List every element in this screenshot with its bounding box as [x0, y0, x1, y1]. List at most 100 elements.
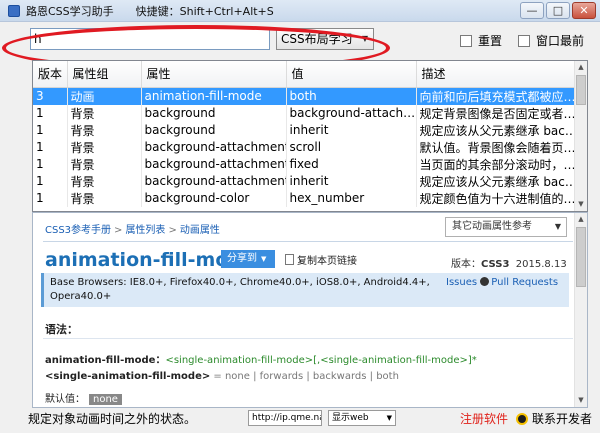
cell-group: 动画 — [67, 87, 142, 105]
issues-link[interactable]: Issues — [446, 277, 477, 288]
status-description: 规定对象动画时间之外的状态。 — [28, 412, 197, 426]
table-scrollbar[interactable]: ▲ ▼ — [574, 61, 587, 211]
category-select-value: CSS布局学习 — [281, 32, 353, 46]
toolbar: CSS布局学习 ▼ 重置 窗口最前 — [0, 22, 600, 71]
version-info: 版本：CSS3 2015.8.13 — [451, 255, 567, 270]
cell-property: background-attachment — [141, 155, 287, 173]
table-row[interactable]: 1 背景 background inherit 规定应该从父元素继承 bac… — [33, 121, 576, 139]
syntax-key: <single-animation-fill-mode> — [45, 371, 211, 382]
cell-version: 3 — [33, 87, 68, 105]
table-row-selected[interactable]: 3 动画 animation-fill-mode both 向前和向后填充模式都… — [33, 87, 576, 105]
cell-version: 1 — [33, 121, 68, 139]
cell-description: 规定颜色值为十六进制值的… — [416, 189, 576, 207]
topmost-label: 窗口最前 — [536, 34, 585, 48]
cell-group: 背景 — [67, 104, 142, 122]
breadcrumb-item[interactable]: 动画属性 — [180, 225, 220, 236]
syntax-value: = none | forwards | backwards | both — [210, 371, 399, 382]
column-header-property[interactable]: 属性 — [141, 61, 287, 88]
dropdown-arrow-icon: ▼ — [386, 414, 392, 422]
doc-scrollbar[interactable]: ▲ ▼ — [574, 213, 587, 407]
cell-version: 1 — [33, 138, 68, 156]
contact-developer-link[interactable]: 联系开发者 — [516, 410, 592, 427]
cell-value: inherit — [286, 172, 417, 190]
cell-property: background — [141, 104, 287, 122]
table-row[interactable]: 1 背景 background-attachment fixed 当页面的其余部… — [33, 155, 576, 173]
app-icon — [8, 4, 20, 17]
dropdown-arrow-icon: ▼ — [361, 34, 368, 43]
title-bar: 路恩CSS学习助手 快捷键：Shift+Ctrl+Alt+S — □ ✕ — [0, 0, 600, 22]
scroll-down-icon[interactable]: ▼ — [575, 198, 587, 211]
table-row[interactable]: 1 背景 background-attachment scroll 默认值。背景… — [33, 138, 576, 156]
column-header-group[interactable]: 属性组 — [67, 61, 142, 88]
divider — [43, 241, 573, 242]
scroll-thumb[interactable] — [576, 75, 586, 105]
compat-box: Base Browsers: IE8.0+, Firefox40.0+, Chr… — [41, 273, 569, 307]
cell-version: 1 — [33, 104, 68, 122]
checkbox-box[interactable] — [460, 34, 472, 47]
display-mode-select[interactable]: 显示web ▼ — [328, 410, 396, 426]
reset-checkbox[interactable]: 重置 — [460, 32, 502, 49]
divider — [43, 338, 573, 339]
scroll-down-icon[interactable]: ▼ — [575, 394, 587, 407]
cell-group: 背景 — [67, 172, 142, 190]
default-value: none — [89, 394, 122, 405]
pull-requests-link[interactable]: Pull Requests — [491, 277, 558, 288]
column-header-description[interactable]: 描述 — [416, 61, 576, 88]
scroll-thumb[interactable] — [576, 227, 586, 287]
status-bar: 规定对象动画时间之外的状态。 http://ip.qme.na 显示web ▼ … — [28, 408, 600, 428]
column-header-value[interactable]: 值 — [286, 61, 417, 88]
close-button[interactable]: ✕ — [572, 2, 596, 19]
hotkey-hint: 快捷键：Shift+Ctrl+Alt+S — [135, 4, 274, 18]
cell-value: hex_number — [286, 189, 417, 207]
cell-property: animation-fill-mode — [141, 87, 287, 105]
topmost-checkbox[interactable]: 窗口最前 — [518, 32, 584, 49]
table-row[interactable]: 1 背景 background-color hex_number 规定颜色值为十… — [33, 189, 576, 207]
compat-line: Opera40.0+ — [50, 291, 112, 302]
cell-description: 默认值。背景图像会随着页… — [416, 138, 576, 156]
register-link[interactable]: 注册软件 — [460, 410, 508, 427]
cell-description: 规定应该从父元素继承 bac… — [416, 172, 576, 190]
cell-version: 1 — [33, 172, 68, 190]
cell-property: background — [141, 121, 287, 139]
breadcrumb-item[interactable]: CSS3参考手册 — [45, 225, 111, 236]
other-props-select-value: 其它动画属性参考 — [452, 221, 532, 232]
search-input[interactable] — [30, 28, 270, 50]
minimize-button[interactable]: — — [520, 2, 544, 19]
breadcrumb-item[interactable]: 属性列表 — [125, 225, 165, 236]
table-row[interactable]: 1 背景 background background-attach… 规定背景图… — [33, 104, 576, 122]
default-line: 默认值： none — [45, 390, 122, 405]
cell-description: 当页面的其余部分滚动时，… — [416, 155, 576, 173]
other-props-select[interactable]: 其它动画属性参考 ▼ — [445, 217, 567, 237]
qq-icon — [516, 412, 528, 425]
syntax-value: <single-animation-fill-mode>[,<single-an… — [165, 355, 477, 366]
default-label: 默认值： — [45, 394, 85, 405]
url-field[interactable]: http://ip.qme.na — [248, 410, 322, 426]
checkbox-box[interactable] — [518, 34, 530, 47]
repo-links: Issues Pull Requests — [446, 276, 558, 290]
reset-label: 重置 — [478, 34, 503, 48]
cell-description: 规定应该从父元素继承 bac… — [416, 121, 576, 139]
doc-panel: CSS3参考手册 > 属性列表 > 动画属性 其它动画属性参考 ▼ animation-… — [32, 212, 588, 408]
cell-version: 1 — [33, 189, 68, 207]
cell-value: background-attach… — [286, 104, 417, 122]
cell-property: background-attachment — [141, 138, 287, 156]
version-value: CSS3 — [481, 259, 510, 270]
maximize-button[interactable]: □ — [546, 2, 570, 19]
cell-description: 规定背景图像是否固定或者… — [416, 104, 576, 122]
cell-group: 背景 — [67, 155, 142, 173]
dropdown-arrow-icon: ▼ — [554, 222, 561, 231]
share-button[interactable]: 分享到 ▼ — [221, 250, 275, 268]
syntax-key: animation-fill-mode： — [45, 355, 166, 366]
copy-link-button[interactable]: 复制本页链接 — [285, 252, 357, 267]
chevron-down-icon: ▼ — [261, 255, 267, 263]
scroll-up-icon[interactable]: ▲ — [575, 61, 587, 74]
scroll-up-icon[interactable]: ▲ — [575, 213, 587, 226]
copy-page-icon — [285, 254, 294, 265]
cell-group: 背景 — [67, 121, 142, 139]
column-header-version[interactable]: 版本 — [33, 61, 68, 88]
cell-property: background-color — [141, 189, 287, 207]
table-row[interactable]: 1 背景 background-attachment inherit 规定应该从… — [33, 172, 576, 190]
cell-group: 背景 — [67, 189, 142, 207]
cell-description: 向前和向后填充模式都被应… — [416, 87, 576, 105]
category-select[interactable]: CSS布局学习 ▼ — [276, 28, 374, 50]
